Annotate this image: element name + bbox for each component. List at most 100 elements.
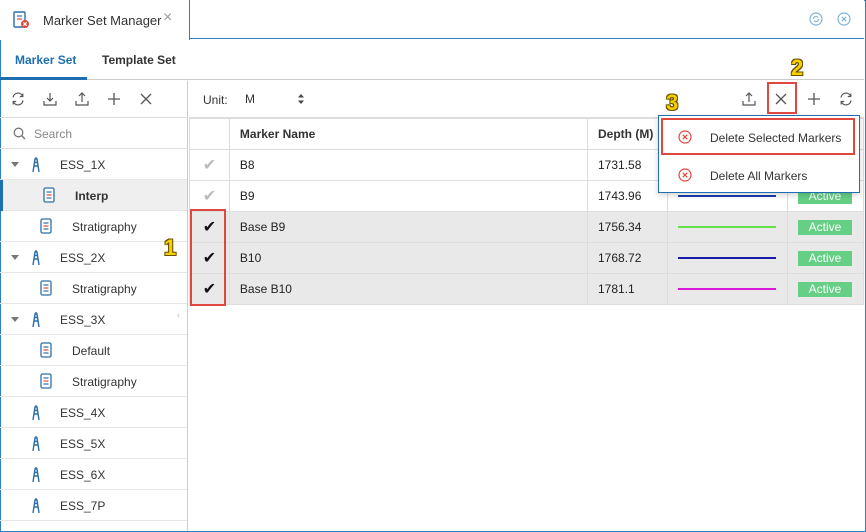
marker-color-swatch xyxy=(677,288,776,290)
marker-color-swatch xyxy=(677,257,776,259)
marker-name-cell[interactable]: B10 xyxy=(228,242,589,274)
tree-item-well[interactable]: ESS_2X xyxy=(0,242,187,273)
marker-name-header[interactable]: Marker Name xyxy=(228,118,589,150)
unit-select-arrows-icon[interactable] xyxy=(297,92,305,106)
expand-arrow-icon[interactable] xyxy=(11,255,19,260)
search-box xyxy=(0,118,188,149)
row-checkbox[interactable]: ✔ xyxy=(189,180,230,212)
depth-cell[interactable]: 1743.96 xyxy=(587,180,668,212)
tree-item-label: Stratigraphy xyxy=(72,375,137,389)
refresh-icon[interactable] xyxy=(838,91,854,107)
status-badge: Active xyxy=(797,281,852,297)
tree-item-well[interactable]: ESS_4X xyxy=(0,397,187,428)
table-row[interactable]: ✔ Base B9 1756.34 Active xyxy=(189,211,865,243)
table-row[interactable]: ✔ Base B10 1781.1 Active xyxy=(189,273,865,305)
tree-item-well[interactable]: ESS_1X xyxy=(0,149,187,180)
depth-cell[interactable]: 1756.34 xyxy=(587,211,668,243)
tree-item-well[interactable]: ESS_5X xyxy=(0,428,187,459)
marker-color-cell[interactable] xyxy=(666,211,788,243)
tree-item-label: ESS_3X xyxy=(60,313,106,327)
refresh-icon[interactable] xyxy=(10,91,26,107)
marker-set-tree-panel: ESS_1X Interp Stratigraphy ESS_2X Stratigrap… xyxy=(0,81,188,531)
restore-icon[interactable] xyxy=(809,12,823,26)
well-icon xyxy=(32,467,40,483)
collapse-panel-handle[interactable]: ‹ xyxy=(177,310,180,320)
close-window-icon[interactable] xyxy=(837,12,851,26)
tree-item-label: ESS_2X xyxy=(60,251,106,265)
import-icon[interactable] xyxy=(42,91,58,107)
search-input[interactable] xyxy=(34,125,174,143)
checkmark-icon: ✔ xyxy=(202,188,217,205)
tree-item-label: Stratigraphy xyxy=(72,282,137,296)
left-toolbar xyxy=(0,81,188,118)
well-icon xyxy=(32,157,40,173)
row-checkbox[interactable]: ✔ xyxy=(189,149,230,181)
marker-set-doc-icon xyxy=(43,187,55,203)
marker-set-doc-icon xyxy=(40,373,52,389)
tree-item-label: Interp xyxy=(75,189,109,203)
depth-cell[interactable]: 1731.58 xyxy=(587,149,668,181)
marker-set-doc-icon xyxy=(40,342,52,358)
tree-item-marker-set[interactable]: Stratigraphy xyxy=(0,366,187,397)
annotation-number-3: 3 xyxy=(666,90,679,115)
depth-cell[interactable]: 1781.1 xyxy=(587,273,668,305)
tree-item-label: ESS_5X xyxy=(60,437,106,451)
depth-cell[interactable]: 1768.72 xyxy=(587,242,668,274)
marker-set-doc-icon xyxy=(40,280,52,296)
well-icon xyxy=(32,405,40,421)
tab-template-set[interactable]: Template Set xyxy=(102,53,176,67)
depth-header[interactable]: Depth (M) xyxy=(587,118,668,150)
window-tab[interactable]: Marker Set Manager × xyxy=(0,0,190,40)
unit-select[interactable]: M xyxy=(245,92,305,106)
marker-name-cell[interactable]: Base B9 xyxy=(228,211,589,243)
marker-color-cell[interactable] xyxy=(666,242,788,274)
tree-item-label: ESS_1X xyxy=(60,158,106,172)
search-icon xyxy=(13,127,26,140)
checkmark-icon: ✔ xyxy=(202,157,217,174)
tree-item-label: ESS_7P xyxy=(60,499,106,513)
tree-item-marker-set[interactable]: Interp xyxy=(0,180,187,211)
tree-item-label: Stratigraphy xyxy=(72,220,137,234)
add-marker-icon[interactable] xyxy=(806,91,822,107)
add-icon[interactable] xyxy=(106,91,122,107)
unit-label: Unit: xyxy=(203,93,228,107)
marker-color-swatch xyxy=(677,195,776,197)
delete-all-label: Delete All Markers xyxy=(710,169,808,183)
active-tab-indicator xyxy=(0,77,87,80)
select-column-header[interactable] xyxy=(189,118,230,150)
well-icon xyxy=(32,436,40,452)
tree-item-label: Default xyxy=(72,344,111,358)
marker-name-cell[interactable]: B8 xyxy=(228,149,589,181)
marker-name-cell[interactable]: B9 xyxy=(228,180,589,212)
delete-circle-icon xyxy=(678,168,692,182)
export-icon[interactable] xyxy=(741,91,757,107)
well-icon xyxy=(32,312,40,328)
status-cell: Active xyxy=(786,242,865,274)
marker-set-app-icon xyxy=(13,11,29,28)
tree-item-marker-set[interactable]: Stratigraphy xyxy=(0,211,187,242)
title-bar: Marker Set Manager × xyxy=(0,0,864,40)
tree-item-well[interactable]: ESS_7P xyxy=(0,490,187,521)
status-cell: Active xyxy=(786,211,865,243)
annotation-box-delete-selected xyxy=(661,118,855,155)
status-cell: Active xyxy=(786,273,865,305)
marker-color-swatch xyxy=(677,226,776,228)
expand-arrow-icon[interactable] xyxy=(11,162,19,167)
tree-item-marker-set[interactable]: Stratigraphy xyxy=(0,273,187,304)
delete-all-markers-item[interactable]: Delete All Markers xyxy=(659,157,859,193)
marker-set-doc-icon xyxy=(40,218,52,234)
expand-arrow-icon[interactable] xyxy=(11,317,19,322)
tree-item-well[interactable]: ESS_3X xyxy=(0,304,187,335)
delete-icon[interactable] xyxy=(138,91,154,107)
annotation-number-2: 2 xyxy=(791,55,804,80)
tab-marker-set[interactable]: Marker Set xyxy=(15,53,76,67)
close-tab-icon[interactable]: × xyxy=(163,10,177,26)
table-row[interactable]: ✔ B10 1768.72 Active xyxy=(189,242,865,274)
marker-name-cell[interactable]: Base B10 xyxy=(228,273,589,305)
tree-item-well[interactable]: ESS_6X xyxy=(0,459,187,490)
annotation-number-1: 1 xyxy=(164,235,177,260)
marker-color-cell[interactable] xyxy=(666,273,788,305)
tree-item-marker-set[interactable]: Default xyxy=(0,335,187,366)
export-icon[interactable] xyxy=(74,91,90,107)
tree-item-label: ESS_6X xyxy=(60,468,106,482)
